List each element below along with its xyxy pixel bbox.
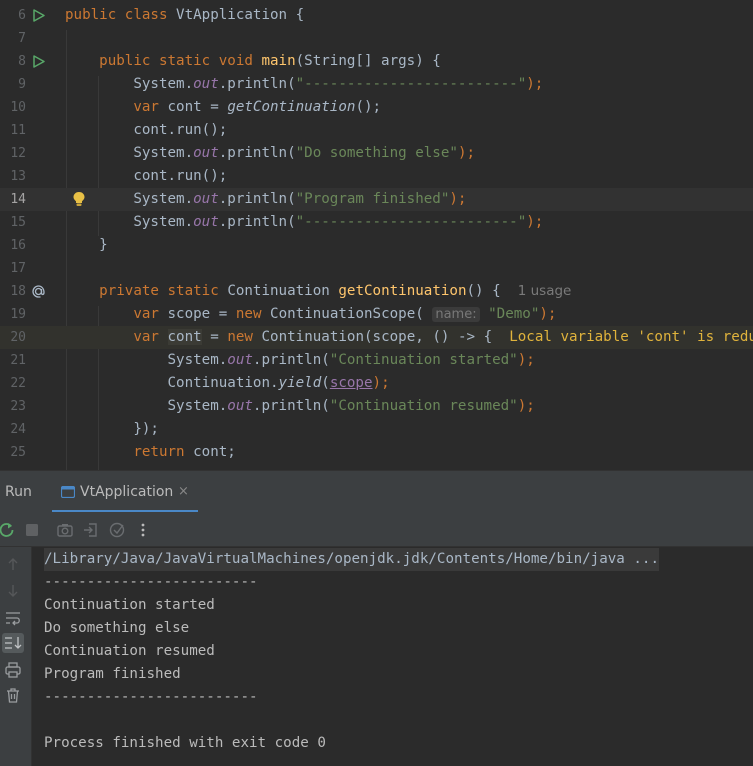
line-number: 7 — [18, 31, 26, 46]
screenshot-icon[interactable] — [56, 521, 74, 539]
line-number: 15 — [10, 215, 26, 230]
line-number: 14 — [10, 192, 26, 207]
line-number: 17 — [10, 261, 26, 276]
code-line: 11 cont.run(); — [0, 119, 753, 142]
line-number: 12 — [10, 146, 26, 161]
line-number: 23 — [10, 399, 26, 414]
run-tool-window-header: Run VtApplication × — [0, 470, 753, 513]
line-number: 13 — [10, 169, 26, 184]
line-number: 11 — [10, 123, 26, 138]
attach-icon[interactable] — [82, 521, 100, 539]
run-title: Run — [5, 484, 32, 500]
code-line: 24 }); — [0, 418, 753, 441]
code-line: 16 } — [0, 234, 753, 257]
trash-icon[interactable] — [4, 686, 22, 704]
code-line: 17 — [0, 257, 753, 280]
line-number: 8 — [18, 54, 26, 69]
code-line: 7 — [0, 27, 753, 50]
soft-wrap-icon[interactable] — [4, 609, 22, 627]
code-line: 18 private static Continuation getContin… — [0, 280, 753, 303]
code-line: 13 cont.run(); — [0, 165, 753, 188]
stop-icon[interactable] — [23, 521, 41, 539]
code-line: 19 var scope = new ContinuationScope( na… — [0, 303, 753, 326]
rerun-icon[interactable] — [0, 521, 16, 539]
parameter-hint: name: — [432, 307, 480, 322]
more-icon[interactable] — [134, 521, 152, 539]
implementation-icon[interactable] — [31, 284, 46, 299]
code-line: 25 return cont; — [0, 441, 753, 464]
console-line: ------------------------- — [44, 574, 258, 590]
line-number: 16 — [10, 238, 26, 253]
console-line: Continuation started — [44, 597, 215, 613]
inline-warning: Local variable 'cont' is redundant. — [509, 329, 753, 345]
close-icon[interactable]: × — [178, 471, 189, 513]
usage-hint[interactable]: 1 usage — [518, 283, 572, 299]
console-line: ------------------------- — [44, 689, 258, 705]
code-line-current: 14 System.out.println("Program finished"… — [0, 188, 753, 211]
line-number: 6 — [18, 8, 26, 23]
print-icon[interactable] — [4, 661, 22, 679]
console-command-line[interactable]: /Library/Java/JavaVirtualMachines/openjd… — [44, 548, 659, 571]
code-editor[interactable]: 6 public class VtApplication { 7 8 publi… — [0, 0, 753, 470]
tab-label: VtApplication — [80, 484, 174, 500]
console-side-toolbar — [0, 547, 32, 766]
code-line: 6 public class VtApplication { — [0, 4, 753, 27]
run-icon[interactable] — [31, 54, 46, 69]
console-exit-line: Process finished with exit code 0 — [44, 735, 326, 751]
code-line: 22 Continuation.yield(scope); — [0, 372, 753, 395]
console-output[interactable]: /Library/Java/JavaVirtualMachines/openjd… — [32, 547, 753, 766]
line-number: 20 — [10, 330, 26, 345]
line-number: 19 — [10, 307, 26, 322]
arrow-up-icon[interactable] — [4, 555, 22, 573]
console-line: Do something else — [44, 620, 190, 636]
code-line: 23 System.out.println("Continuation resu… — [0, 395, 753, 418]
line-number: 18 — [10, 284, 26, 299]
run-toolbar — [0, 512, 753, 547]
redundant-variable[interactable]: cont — [167, 329, 202, 345]
code-line: 9 System.out.println("------------------… — [0, 73, 753, 96]
line-number: 25 — [10, 445, 26, 460]
line-number: 9 — [18, 77, 26, 92]
console-line: Continuation resumed — [44, 643, 215, 659]
code-line-warning: 20 var cont = new Continuation(scope, ()… — [0, 326, 753, 349]
coverage-icon[interactable] — [108, 521, 126, 539]
line-number: 21 — [10, 353, 26, 368]
line-number: 24 — [10, 422, 26, 437]
console-line: Program finished — [44, 666, 181, 682]
code-line: 21 System.out.println("Continuation star… — [0, 349, 753, 372]
scroll-to-end-icon[interactable] — [2, 633, 24, 653]
run-icon[interactable] — [31, 8, 46, 23]
line-number: 22 — [10, 376, 26, 391]
code-line: 15 System.out.println("-----------------… — [0, 211, 753, 234]
console-tab-icon — [61, 486, 75, 498]
line-number: 10 — [10, 100, 26, 115]
arrow-down-icon[interactable] — [4, 582, 22, 600]
code-line: 10 var cont = getContinuation(); — [0, 96, 753, 119]
code-line: 12 System.out.println("Do something else… — [0, 142, 753, 165]
code-line: 8 public static void main(String[] args)… — [0, 50, 753, 73]
tab-vtapplication[interactable]: VtApplication × — [52, 471, 198, 513]
